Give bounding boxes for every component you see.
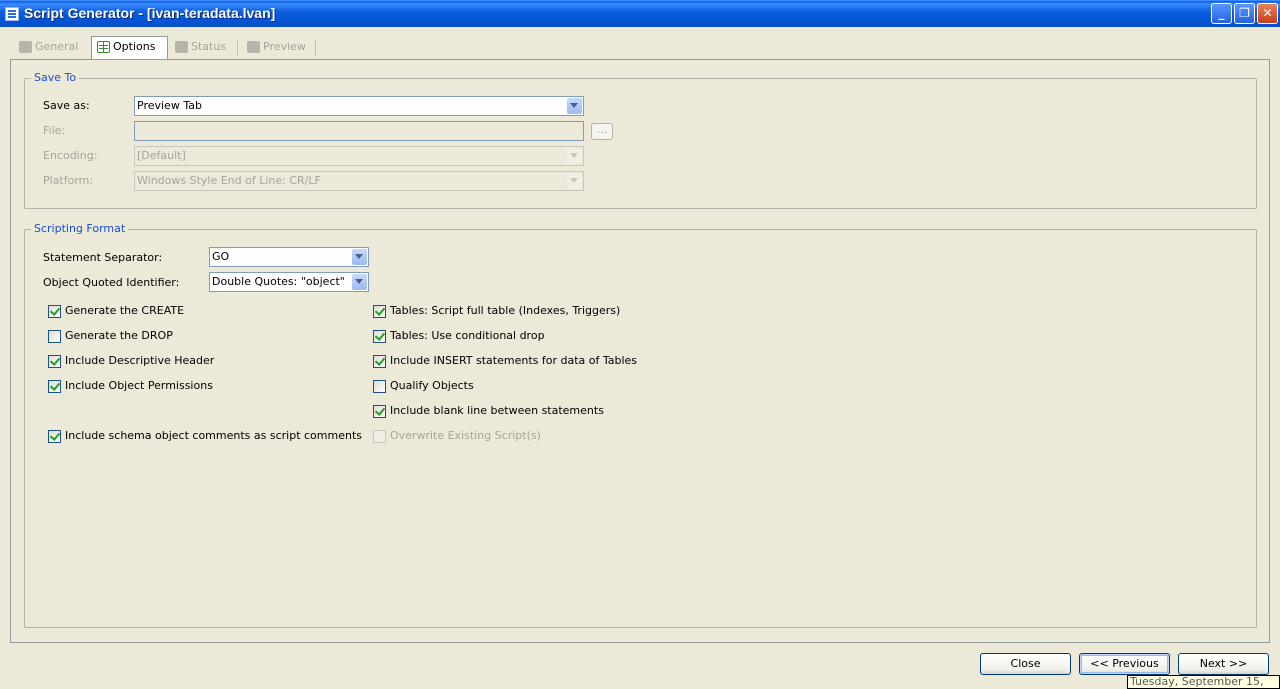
insert-statements-checkbox[interactable]: Include INSERT statements for data of Ta… xyxy=(373,354,637,370)
checkbox-box[interactable] xyxy=(373,305,386,318)
platform-select[interactable]: Windows Style End of Line: CR/LF xyxy=(134,171,584,191)
encoding-select[interactable]: [Default] xyxy=(134,146,584,166)
chevron-down-icon[interactable] xyxy=(567,148,582,164)
checkbox-box[interactable] xyxy=(48,355,61,368)
tab-general[interactable]: General xyxy=(14,37,78,59)
blank-line-checkbox[interactable]: Include blank line between statements xyxy=(373,404,604,420)
object-permissions-checkbox[interactable]: Include Object Permissions xyxy=(48,379,213,395)
file-field[interactable] xyxy=(134,121,584,141)
script-full-table-checkbox[interactable]: Tables: Script full table (Indexes, Trig… xyxy=(373,304,620,320)
tab-separator xyxy=(237,40,238,56)
platform-label: Platform: xyxy=(43,174,94,187)
generate-drop-checkbox[interactable]: Generate the DROP xyxy=(48,329,173,345)
app-icon xyxy=(5,7,19,21)
schema-comments-checkbox[interactable]: Include schema object comments as script… xyxy=(48,429,362,445)
checkbox-box[interactable] xyxy=(373,405,386,418)
save-as-label: Save as: xyxy=(43,99,90,112)
scripting-format-group: Scripting Format Statement Separator: GO… xyxy=(24,222,1257,628)
save-as-select[interactable]: Preview Tab xyxy=(134,96,584,116)
title-bar[interactable]: Script Generator - [ivan-teradata.lvan] … xyxy=(0,0,1280,27)
tab-status[interactable]: Status xyxy=(170,37,226,59)
overwrite-scripts-checkbox[interactable]: Overwrite Existing Script(s) xyxy=(373,429,541,445)
save-to-group: Save To Save as: Preview Tab File: ... E… xyxy=(24,71,1257,209)
checkbox-box[interactable] xyxy=(373,330,386,343)
checkbox-box[interactable] xyxy=(48,305,61,318)
statement-separator-label: Statement Separator: xyxy=(43,251,163,264)
chevron-down-icon[interactable] xyxy=(567,98,582,114)
descriptive-header-checkbox[interactable]: Include Descriptive Header xyxy=(48,354,214,370)
qualify-objects-checkbox[interactable]: Qualify Objects xyxy=(373,379,474,395)
options-panel: Save To Save as: Preview Tab File: ... E… xyxy=(10,59,1270,643)
window-title: Script Generator - [ivan-teradata.lvan] xyxy=(24,5,276,21)
tab-separator xyxy=(315,40,316,56)
general-tab-icon xyxy=(19,41,32,53)
tab-preview[interactable]: Preview xyxy=(242,37,306,59)
checkbox-box[interactable] xyxy=(48,430,61,443)
checkbox-box[interactable] xyxy=(48,380,61,393)
save-to-legend: Save To xyxy=(31,71,80,84)
close-button[interactable]: Close xyxy=(980,653,1071,675)
checkbox-box[interactable] xyxy=(373,355,386,368)
statement-separator-select[interactable]: GO xyxy=(209,247,369,267)
chevron-down-icon[interactable] xyxy=(352,249,367,265)
chevron-down-icon[interactable] xyxy=(567,173,582,189)
quoted-identifier-select[interactable]: Double Quotes: "object" xyxy=(209,272,369,292)
restore-button[interactable]: ❐ xyxy=(1234,3,1255,24)
browse-button[interactable]: ... xyxy=(591,123,613,140)
next-button[interactable]: Next >> xyxy=(1178,653,1269,675)
encoding-label: Encoding: xyxy=(43,149,98,162)
conditional-drop-checkbox[interactable]: Tables: Use conditional drop xyxy=(373,329,545,345)
previous-button[interactable]: << Previous xyxy=(1079,653,1170,675)
preview-tab-icon xyxy=(247,41,260,53)
status-tab-icon xyxy=(175,41,188,53)
checkbox-box[interactable] xyxy=(373,380,386,393)
quoted-identifier-label: Object Quoted Identifier: xyxy=(43,276,180,289)
file-label: File: xyxy=(43,124,66,137)
scripting-format-legend: Scripting Format xyxy=(31,222,129,235)
date-tooltip: Tuesday, September 15, 2009 xyxy=(1127,675,1280,689)
minimize-button[interactable]: _ xyxy=(1211,3,1232,24)
tab-options[interactable]: Options xyxy=(91,36,168,59)
chevron-down-icon[interactable] xyxy=(352,274,367,290)
close-window-button[interactable]: ✕ xyxy=(1257,3,1278,24)
checkbox-box[interactable] xyxy=(373,430,386,443)
generate-create-checkbox[interactable]: Generate the CREATE xyxy=(48,304,184,320)
checkbox-box[interactable] xyxy=(48,330,61,343)
options-grid-icon xyxy=(97,41,110,53)
